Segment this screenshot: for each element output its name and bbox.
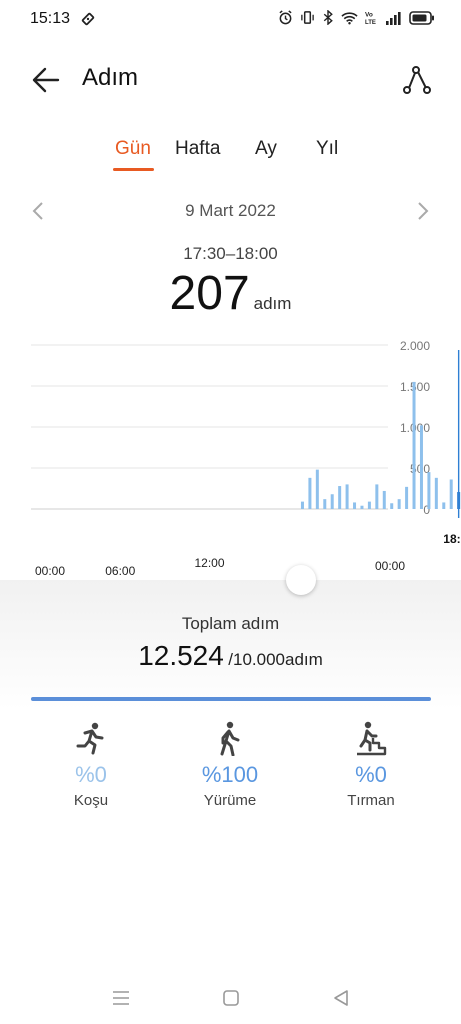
chart-bar[interactable] [419,425,423,509]
chart-bar[interactable] [405,486,409,509]
timeline-scrubber-handle[interactable] [286,565,316,595]
climbing-label: Tırman [347,792,395,809]
active-tab-indicator [113,168,154,171]
activity-climbing: %0 Tırman [311,720,431,809]
svg-text:LTE: LTE [365,20,376,25]
climbing-percent: %0 [355,762,387,787]
vibrate-icon [301,11,314,24]
chart-bar[interactable] [308,477,312,509]
activity-walking: %100 Yürüme [170,720,290,809]
selected-time-range: 17:30–18:00 [183,244,278,263]
status-bar: 15:13 Vo LTE [0,0,461,40]
chart-bar[interactable] [330,494,334,509]
chart-bar[interactable] [457,492,461,509]
y-tick-label: 2.000 [400,339,430,353]
tab-year[interactable]: Yıl [316,138,338,160]
chart-bar[interactable] [367,501,371,509]
volte-icon: Vo LTE [365,12,376,26]
chart-bar[interactable] [434,477,438,509]
total-steps-row: 12.524 /10.000adım [0,640,461,672]
goal-progress-bar [31,697,431,701]
system-nav-bar [0,980,461,1024]
running-percent: %0 [75,762,107,787]
chart-bar[interactable] [360,505,364,509]
running-icon [76,722,104,755]
chart-bar[interactable] [300,501,304,509]
climbing-icon [357,721,387,756]
tab-month[interactable]: Ay [255,138,277,160]
total-steps-value: 12.524 [138,640,224,671]
period-tabs: Gün Hafta Ay Yıl [0,136,461,176]
status-icons: Vo LTE [278,10,435,25]
chevron-right-icon[interactable] [411,200,433,222]
back-icon[interactable] [329,986,353,1010]
chart-bar[interactable] [345,484,349,509]
activity-running: %0 Koşu [31,720,151,809]
page-title: Adım [82,64,139,91]
goal-progress-fill [31,697,431,701]
app-header: Adım [0,56,461,102]
total-steps-label: Toplam adım [181,614,280,633]
chart-bar[interactable] [442,502,446,509]
walking-percent: %100 [201,762,259,787]
home-icon[interactable] [219,986,243,1010]
tab-week[interactable]: Hafta [175,138,220,160]
walking-icon [220,721,240,756]
route-icon[interactable] [399,62,435,98]
battery-icon [409,10,434,25]
alarm-icon [279,10,292,25]
x-tick-label: 00:00 [35,564,65,576]
chart-bar[interactable] [412,381,416,509]
selected-step-unit: adım [253,294,292,313]
chart-bar[interactable] [353,502,357,509]
status-time: 15:13 [30,10,71,27]
chart-bar[interactable] [338,486,342,509]
back-arrow-icon[interactable] [28,62,64,98]
walking-label: Yürüme [203,792,257,809]
tab-day[interactable]: Gün [115,138,151,160]
chart-bar[interactable] [390,503,394,509]
step-bar-chart[interactable]: 2.0001.5001.000500018:0000:0006:0012:000… [0,326,461,576]
goal-steps-value: /10.000adım [228,650,323,669]
selected-step-count: 207 [169,267,250,320]
wifi-icon [341,11,358,25]
chart-bar[interactable] [382,490,386,509]
chart-bar[interactable] [315,469,319,509]
x-tick-label: 06:00 [105,564,135,576]
chart-bar[interactable] [449,479,453,509]
app-notification-icon [81,12,95,26]
date-label: 9 Mart 2022 [185,201,276,220]
selected-time-label: 18:00 [443,532,461,546]
x-tick-label: 12:00 [194,556,224,570]
chart-bar[interactable] [323,499,327,509]
x-tick-label: 00:00 [375,559,405,573]
chart-bar[interactable] [375,484,379,509]
date-navigator: 9 Mart 2022 [0,196,461,226]
running-label: Koşu [73,792,109,809]
signal-icon [386,11,401,25]
svg-text:Vo: Vo [365,12,373,19]
chart-bar[interactable] [427,472,431,509]
selected-steps: 207 adım [0,266,461,321]
chart-bar[interactable] [397,499,401,509]
menu-icon[interactable] [109,986,133,1010]
bluetooth-icon [323,10,333,25]
